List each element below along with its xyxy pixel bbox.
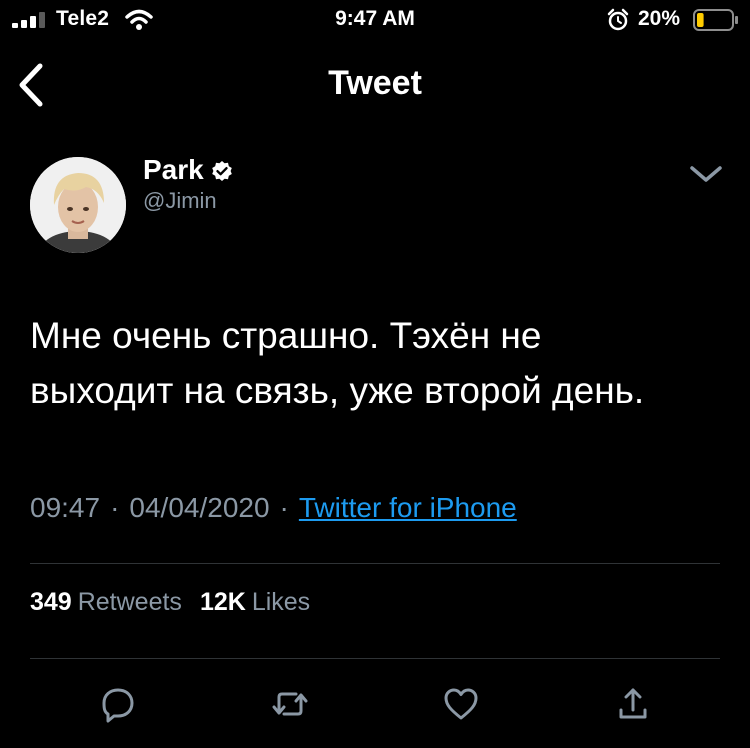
likes-label[interactable]: Likes <box>252 588 310 616</box>
tweet-date: 04/04/2020 <box>129 492 270 523</box>
battery-icon <box>693 9 738 31</box>
tweet-stats: 349 Retweets 12K Likes <box>30 588 328 617</box>
verified-badge-icon <box>212 161 232 181</box>
tweet-time: 09:47 <box>30 492 101 523</box>
like-icon[interactable] <box>441 684 481 724</box>
divider <box>30 658 720 659</box>
page-title: Tweet <box>328 64 422 102</box>
share-icon[interactable] <box>613 684 653 724</box>
tweet-meta: 09:47 · 04/04/2020 · Twitter for iPhone <box>30 492 517 524</box>
tweet-source-link[interactable]: Twitter for iPhone <box>299 492 517 523</box>
tweet-text: Мне очень страшно. Тэхён не выходит на с… <box>30 315 645 411</box>
separator-dot: · <box>279 492 289 523</box>
divider <box>30 563 720 564</box>
chevron-down-icon[interactable] <box>688 160 724 188</box>
battery-percent: 20% <box>638 7 681 30</box>
avatar-photo <box>30 157 126 253</box>
alarm-icon <box>607 8 629 31</box>
retweet-icon[interactable] <box>270 684 310 724</box>
separator-dot: · <box>110 492 120 523</box>
author-name[interactable]: Park <box>143 154 204 186</box>
avatar[interactable] <box>30 157 126 253</box>
retweets-count[interactable]: 349 <box>30 588 72 616</box>
author-handle[interactable]: @Jimin <box>143 188 217 214</box>
likes-count[interactable]: 12K <box>200 588 246 616</box>
reply-icon[interactable] <box>98 684 138 724</box>
retweets-label[interactable]: Retweets <box>78 588 182 616</box>
status-bar: Tele2 9:47 AM 20% <box>0 0 750 40</box>
